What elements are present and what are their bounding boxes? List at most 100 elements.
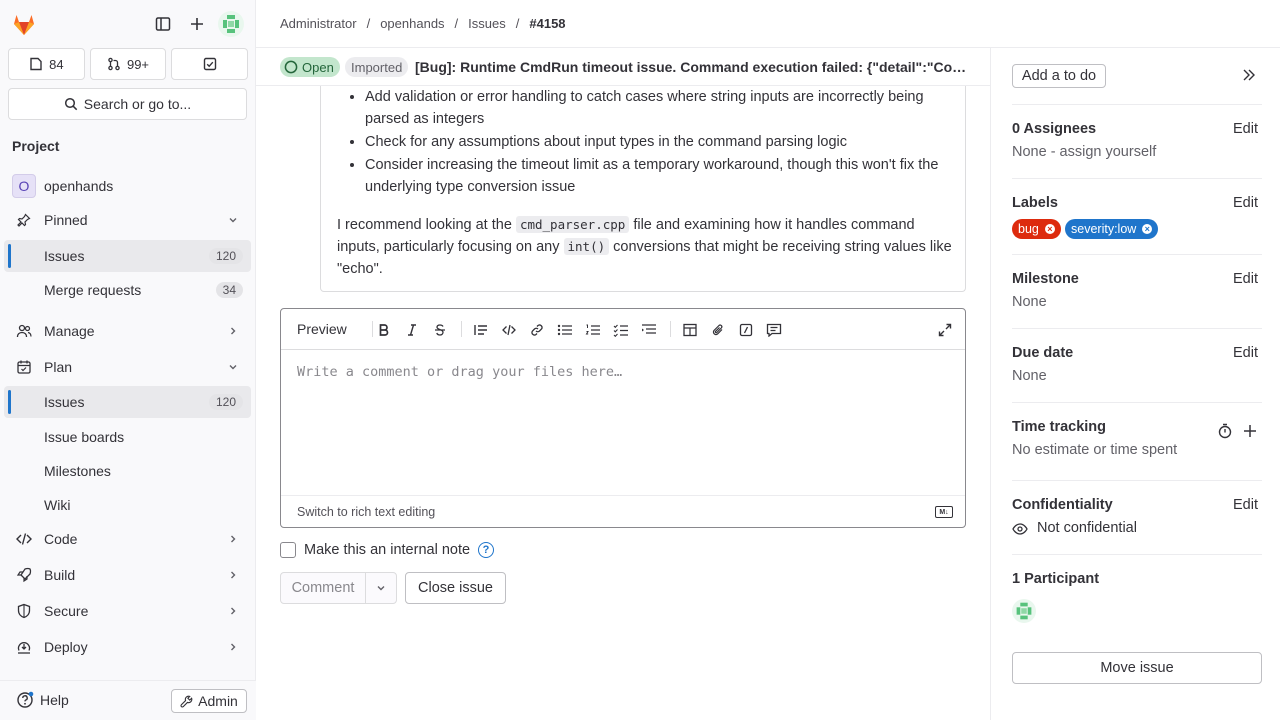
participant-avatar[interactable]: [1012, 599, 1036, 623]
markdown-icon[interactable]: M↓: [935, 506, 953, 518]
help-button[interactable]: Help: [16, 691, 69, 709]
sidebar-item-code[interactable]: Code: [4, 523, 251, 555]
strikethrough-icon[interactable]: [431, 321, 449, 339]
issue-open-icon: [284, 60, 298, 74]
internal-note-label[interactable]: Make this an internal note: [304, 542, 470, 558]
todo-icon: [203, 57, 216, 71]
comment-textarea[interactable]: Write a comment or drag your files here…: [297, 364, 622, 380]
sidebar-item-project[interactable]: O openhands: [4, 170, 251, 202]
sidebar-item-plan[interactable]: Plan: [4, 351, 251, 383]
sidebar-item-pinned-merge-requests[interactable]: Merge requests 34: [4, 274, 251, 306]
internal-note-checkbox[interactable]: [280, 542, 296, 558]
note-bullet-list: Add validation or error handling to catc…: [365, 86, 955, 199]
wrench-icon: [180, 695, 193, 708]
comment-editor: Preview Write a comment or drag your fil…: [280, 308, 966, 528]
label-badge-bug[interactable]: bug ×: [1012, 219, 1061, 239]
milestone-value: None: [1012, 294, 1047, 310]
sidebar-item-plan-issues[interactable]: Issues 120: [4, 386, 251, 418]
top-bar: Administrator / openhands / Issues / #4158: [256, 0, 1280, 48]
search-button[interactable]: Search or go to...: [8, 88, 247, 120]
chevron-right-icon: [227, 325, 239, 337]
label-badge-severity[interactable]: severity:low ×: [1065, 219, 1159, 239]
sidebar-toggle-icon[interactable]: [151, 12, 175, 36]
user-avatar[interactable]: [218, 11, 244, 37]
confidentiality-edit-button[interactable]: Edit: [1233, 497, 1258, 513]
sidebar-section-title: Project: [12, 138, 60, 154]
stopwatch-icon[interactable]: [1217, 423, 1233, 442]
comment-template-icon[interactable]: [765, 321, 783, 339]
bold-icon[interactable]: [375, 321, 393, 339]
issues-counter[interactable]: 84: [8, 48, 85, 80]
labels-edit-button[interactable]: Edit: [1233, 195, 1258, 211]
list-item: Consider increasing the timeout limit as…: [365, 154, 955, 198]
breadcrumb-item[interactable]: openhands: [380, 16, 444, 31]
toolbar-divider: [372, 321, 373, 337]
merge-requests-counter[interactable]: 99+: [89, 48, 167, 80]
milestone-edit-button[interactable]: Edit: [1233, 271, 1258, 287]
quote-icon[interactable]: [472, 321, 490, 339]
breadcrumb-item[interactable]: Issues: [468, 16, 506, 31]
task-list-icon[interactable]: [612, 321, 630, 339]
label-text: severity:low: [1071, 222, 1137, 236]
sidebar-item-deploy[interactable]: Deploy: [4, 631, 251, 663]
link-icon[interactable]: [528, 321, 546, 339]
sidebar-item-label: Code: [44, 531, 78, 547]
collapse-sidebar-icon[interactable]: [1241, 67, 1257, 83]
list-item: Check for any assumptions about input ty…: [365, 131, 955, 153]
due-date-block: Due date Edit None: [1012, 328, 1262, 402]
chevron-down-icon: [377, 586, 385, 591]
sidebar-item-wiki[interactable]: Wiki: [4, 489, 251, 521]
time-tracking-title: Time tracking: [1012, 419, 1107, 435]
sidebar-item-issue-boards[interactable]: Issue boards: [4, 421, 251, 453]
slash-commands-icon[interactable]: [737, 321, 755, 339]
fullscreen-icon[interactable]: [936, 321, 954, 339]
numbered-list-icon[interactable]: [584, 321, 602, 339]
sidebar-item-label: Issue boards: [44, 429, 125, 445]
internal-note-row: Make this an internal note ?: [280, 542, 495, 558]
comment-button[interactable]: Comment: [280, 572, 366, 604]
assignees-edit-button[interactable]: Edit: [1233, 121, 1258, 137]
sidebar-item-pinned-issues[interactable]: Issues 120: [4, 240, 251, 272]
admin-button[interactable]: Admin: [171, 689, 247, 713]
assignees-value[interactable]: None - assign yourself: [1012, 144, 1156, 160]
comment-options-dropdown[interactable]: [365, 572, 397, 604]
issue-right-sidebar: Add a to do 0 Assignees Edit None - assi…: [990, 48, 1280, 720]
close-issue-button[interactable]: Close issue: [405, 572, 506, 604]
code-icon[interactable]: [500, 321, 518, 339]
breadcrumb-item[interactable]: Administrator: [280, 16, 357, 31]
sidebar-item-milestones[interactable]: Milestones: [4, 455, 251, 487]
question-circle-icon[interactable]: ?: [478, 542, 495, 558]
attach-file-icon[interactable]: [709, 321, 727, 339]
add-todo-button[interactable]: Add a to do: [1012, 64, 1106, 88]
switch-rich-text-button[interactable]: Switch to rich text editing: [297, 505, 435, 519]
todo-counter[interactable]: [171, 48, 249, 80]
chevron-right-icon: [227, 569, 239, 581]
sidebar-item-manage[interactable]: Manage: [4, 315, 251, 347]
issue-sticky-header: Open Imported [Bug]: Runtime CmdRun time…: [256, 48, 990, 86]
create-new-icon[interactable]: [185, 12, 209, 36]
collapsible-section-icon[interactable]: [640, 321, 658, 339]
milestone-block: Milestone Edit None: [1012, 254, 1262, 328]
italic-icon[interactable]: [403, 321, 421, 339]
remove-label-icon[interactable]: ×: [1044, 224, 1055, 234]
table-icon[interactable]: [681, 321, 699, 339]
breadcrumb-current[interactable]: #4158: [529, 16, 565, 31]
sidebar-item-build[interactable]: Build: [4, 559, 251, 591]
due-date-title: Due date: [1012, 345, 1074, 361]
merge-request-icon: [108, 57, 120, 71]
gitlab-logo-icon[interactable]: [10, 10, 38, 38]
preview-tab[interactable]: Preview: [297, 321, 347, 337]
remove-label-icon[interactable]: ×: [1142, 224, 1153, 234]
add-time-icon[interactable]: [1242, 423, 1258, 442]
comment-note: Add validation or error handling to catc…: [320, 74, 966, 292]
issues-count: 84: [49, 56, 64, 72]
breadcrumb: Administrator / openhands / Issues / #4158: [280, 16, 566, 31]
sidebar-item-pinned[interactable]: Pinned: [4, 204, 251, 236]
chevron-right-icon: [227, 533, 239, 545]
sidebar-item-secure[interactable]: Secure: [4, 595, 251, 627]
bullet-list-icon[interactable]: [556, 321, 574, 339]
thumbtack-icon: [16, 212, 32, 228]
chevron-right-icon: [227, 605, 239, 617]
due-date-edit-button[interactable]: Edit: [1233, 345, 1258, 361]
move-issue-button[interactable]: Move issue: [1012, 652, 1262, 684]
